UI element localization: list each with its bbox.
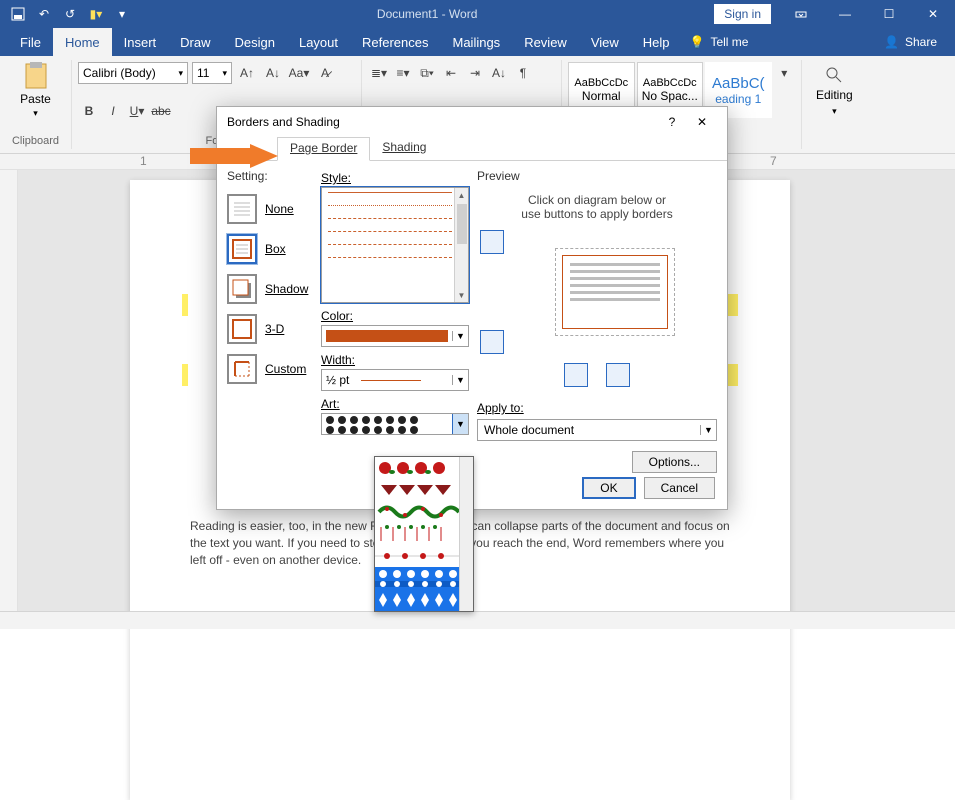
bullets-icon[interactable]: ≣▾ xyxy=(368,62,390,84)
ruler-vertical[interactable] xyxy=(0,170,18,611)
menu-insert[interactable]: Insert xyxy=(112,28,169,56)
border-top-button[interactable] xyxy=(480,230,504,254)
tab-shading[interactable]: Shading xyxy=(370,137,438,160)
setting-none[interactable]: None xyxy=(227,189,313,229)
border-right-button[interactable] xyxy=(606,363,630,387)
bold-icon[interactable]: B xyxy=(78,100,100,122)
clear-format-icon[interactable]: A̷ xyxy=(314,62,336,84)
apply-label: Apply to: xyxy=(477,401,717,415)
menu-help[interactable]: Help xyxy=(631,28,682,56)
redo-icon[interactable]: ↺ xyxy=(58,2,82,26)
setting-shadow[interactable]: Shadow xyxy=(227,269,313,309)
close-icon[interactable]: ✕ xyxy=(911,0,955,28)
italic-icon[interactable]: I xyxy=(102,100,124,122)
window-title: Document1 - Word xyxy=(140,7,714,21)
tell-me[interactable]: 💡Tell me xyxy=(682,35,757,49)
ok-button[interactable]: OK xyxy=(582,477,635,499)
styles-more-icon[interactable]: ▾ xyxy=(774,62,796,84)
menu-references[interactable]: References xyxy=(350,28,440,56)
preview-heading: Preview xyxy=(477,169,717,183)
help-icon[interactable]: ? xyxy=(657,115,687,129)
apply-to-select[interactable]: Whole document▼ xyxy=(477,419,717,441)
setting-custom[interactable]: Custom xyxy=(227,349,313,389)
sign-in-button[interactable]: Sign in xyxy=(714,4,771,24)
art-dropdown-list[interactable] xyxy=(374,456,474,612)
pilcrow-icon[interactable]: ¶ xyxy=(512,62,534,84)
cancel-button[interactable]: Cancel xyxy=(644,477,715,499)
menu-review[interactable]: Review xyxy=(512,28,579,56)
menu-bar: File Home Insert Draw Design Layout Refe… xyxy=(0,28,955,56)
art-select[interactable]: ▼ xyxy=(321,413,469,435)
tab-page-border[interactable]: Page Border xyxy=(277,137,370,161)
setting-heading: Setting: xyxy=(227,169,313,183)
font-name-select[interactable]: Calibri (Body)▾ xyxy=(78,62,188,84)
find-icon[interactable] xyxy=(825,66,843,84)
color-label: Color: xyxy=(321,309,469,323)
menu-file[interactable]: File xyxy=(8,28,53,56)
border-left-button[interactable] xyxy=(564,363,588,387)
status-bar xyxy=(0,611,955,629)
multilevel-icon[interactable]: ⧉▾ xyxy=(416,62,438,84)
title-bar: ↶ ↺ ▮▾ ▾ Document1 - Word Sign in — ☐ ✕ xyxy=(0,0,955,28)
setting-3d[interactable]: 3-D xyxy=(227,309,313,349)
highlight xyxy=(182,364,188,386)
preview-diagram[interactable] xyxy=(555,248,675,336)
undo-icon[interactable]: ↶ xyxy=(32,2,56,26)
options-button[interactable]: Options... xyxy=(632,451,717,473)
ribbon-opts-icon[interactable] xyxy=(779,0,823,28)
underline-icon[interactable]: U▾ xyxy=(126,100,148,122)
art-label: Art: xyxy=(321,397,469,411)
minimize-icon[interactable]: — xyxy=(823,0,867,28)
border-bottom-button[interactable] xyxy=(480,330,504,354)
dialog-title: Borders and Shading xyxy=(227,115,340,129)
numbering-icon[interactable]: ≡▾ xyxy=(392,62,414,84)
width-label: Width: xyxy=(321,353,469,367)
sort-icon[interactable]: A↓ xyxy=(488,62,510,84)
scrollbar[interactable] xyxy=(459,457,473,611)
save-icon[interactable] xyxy=(6,2,30,26)
bulb-icon: 💡 xyxy=(690,35,705,49)
maximize-icon[interactable]: ☐ xyxy=(867,0,911,28)
paste-button[interactable]: Paste xyxy=(20,92,51,106)
outdent-icon[interactable]: ⇤ xyxy=(440,62,462,84)
color-select[interactable]: ▼ xyxy=(321,325,469,347)
indent-icon[interactable]: ⇥ xyxy=(464,62,486,84)
highlight xyxy=(182,294,188,316)
highlight-icon[interactable]: ▮▾ xyxy=(84,2,108,26)
menu-mailings[interactable]: Mailings xyxy=(441,28,513,56)
paste-icon[interactable] xyxy=(22,62,50,90)
menu-layout[interactable]: Layout xyxy=(287,28,350,56)
menu-view[interactable]: View xyxy=(579,28,631,56)
preview-hint: Click on diagram below oruse buttons to … xyxy=(477,193,717,221)
style-listbox[interactable]: ▲▼ xyxy=(321,187,469,303)
dialog-close-icon[interactable]: ✕ xyxy=(687,115,717,129)
change-case-icon[interactable]: Aa▾ xyxy=(288,62,310,84)
share-button[interactable]: 👤Share xyxy=(874,35,947,49)
highlight xyxy=(728,364,738,386)
setting-box[interactable]: Box xyxy=(227,229,313,269)
width-select[interactable]: ½ pt ▼ xyxy=(321,369,469,391)
strike-icon[interactable]: abc xyxy=(150,100,172,122)
menu-home[interactable]: Home xyxy=(53,28,112,56)
font-size-select[interactable]: 11▾ xyxy=(192,62,232,84)
annotation-arrow-icon xyxy=(190,144,280,168)
menu-draw[interactable]: Draw xyxy=(168,28,222,56)
editing-button[interactable]: Editing xyxy=(816,88,853,102)
borders-shading-dialog: Borders and Shading ? ✕ Page Border Shad… xyxy=(216,106,728,510)
share-icon: 👤 xyxy=(884,35,899,49)
clipboard-label: Clipboard xyxy=(6,133,65,147)
grow-font-icon[interactable]: A↑ xyxy=(236,62,258,84)
shrink-font-icon[interactable]: A↓ xyxy=(262,62,284,84)
style-label: Style: xyxy=(321,171,469,185)
scrollbar[interactable]: ▲▼ xyxy=(454,188,468,302)
qat-more-icon[interactable]: ▾ xyxy=(110,2,134,26)
menu-design[interactable]: Design xyxy=(223,28,287,56)
